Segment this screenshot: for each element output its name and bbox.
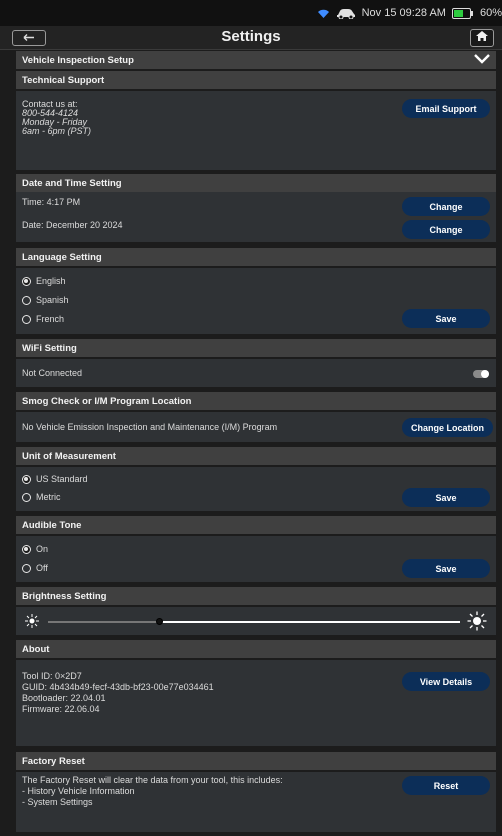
section-divider [16, 334, 496, 338]
section-divider [16, 387, 496, 391]
chevron-down-icon[interactable] [474, 53, 490, 68]
radio-french[interactable]: French [22, 314, 64, 324]
wifi-status: Not Connected [22, 368, 83, 378]
radio-label: Off [36, 563, 48, 573]
title-bar: Settings [0, 26, 502, 50]
factory-reset-title: Factory Reset [22, 756, 85, 767]
email-support-button[interactable]: Email Support [402, 99, 490, 118]
smog-program: No Vehicle Emission Inspection and Maint… [22, 422, 278, 432]
section-divider [16, 511, 496, 515]
brightness-slider-fill [159, 621, 460, 623]
guid: GUID: 4b434b49-fecf-43db-bf23-00e77e0344… [22, 682, 214, 692]
radio-metric[interactable]: Metric [22, 492, 61, 502]
radio-unselected-icon [22, 563, 31, 573]
factory-reset-item: - System Settings [22, 797, 93, 807]
page-title: Settings [221, 28, 281, 45]
brightness-slider-handle[interactable] [155, 618, 163, 625]
radio-unselected-icon [22, 314, 31, 324]
units-body: US Standard Metric Save [16, 467, 496, 511]
time-value: Time: 4:17 PM [22, 197, 81, 207]
wifi-body: Not Connected [16, 359, 496, 387]
language-title: Language Setting [22, 252, 102, 263]
section-divider [16, 635, 496, 639]
tone-header: Audible Tone [16, 516, 496, 534]
reset-button[interactable]: Reset [402, 776, 490, 795]
vehicle-inspection-header[interactable]: Vehicle Inspection Setup [16, 51, 496, 69]
save-language-button[interactable]: Save [402, 309, 490, 328]
about-title: About [22, 644, 50, 655]
radio-selected-icon [22, 474, 31, 484]
units-title: Unit of Measurement [22, 451, 116, 462]
factory-reset-header: Factory Reset [16, 752, 496, 770]
vehicle-inspection-title: Vehicle Inspection Setup [22, 55, 134, 66]
radio-label: Spanish [36, 295, 69, 305]
smog-title: Smog Check or I/M Program Location [22, 396, 192, 407]
radio-label: On [36, 544, 49, 554]
brightness-title: Brightness Setting [22, 591, 107, 602]
bootloader-version: Bootloader: 22.04.01 [22, 693, 106, 703]
section-divider [16, 442, 496, 446]
save-units-button[interactable]: Save [402, 488, 490, 507]
date-time-body: Time: 4:17 PM Date: December 20 2024 Cha… [16, 192, 496, 242]
home-button[interactable] [470, 29, 494, 47]
radio-selected-icon [22, 544, 31, 554]
about-body: Tool ID: 0×2D7 GUID: 4b434b49-fecf-43db-… [16, 660, 496, 746]
change-date-button[interactable]: Change [402, 220, 490, 239]
tone-body: On Off Save [16, 536, 496, 582]
date-time-header: Date and Time Setting [16, 174, 496, 192]
radio-unselected-icon [22, 295, 31, 305]
wifi-title: WiFi Setting [22, 343, 77, 354]
units-header: Unit of Measurement [16, 447, 496, 465]
support-hours: 6am - 6pm (PST) [22, 126, 92, 136]
home-icon [475, 29, 489, 47]
save-tone-button[interactable]: Save [402, 559, 490, 578]
section-divider [16, 582, 496, 586]
radio-label: French [36, 314, 65, 324]
technical-support-body: Contact us at: 800-544-4124 Monday - Fri… [16, 91, 496, 170]
radio-tone-off[interactable]: Off [22, 563, 48, 573]
change-location-button[interactable]: Change Location [402, 418, 493, 437]
status-bar: Nov 15 09:28 AM 60% [0, 0, 502, 26]
radio-english[interactable]: English [22, 276, 66, 286]
view-details-button[interactable]: View Details [402, 672, 490, 691]
car-icon [336, 8, 356, 19]
language-body: English Spanish French Save [16, 268, 496, 334]
date-value: Date: December 20 2024 [22, 220, 123, 230]
technical-support-title: Technical Support [22, 75, 105, 86]
brightness-body [16, 607, 496, 635]
date-time-title: Date and Time Setting [22, 178, 122, 189]
radio-spanish[interactable]: Spanish [22, 295, 69, 305]
section-divider [16, 242, 496, 246]
radio-tone-on[interactable]: On [22, 544, 48, 554]
tool-id: Tool ID: 0×2D7 [22, 671, 82, 681]
smog-body: No Vehicle Emission Inspection and Maint… [16, 412, 496, 442]
section-divider [16, 746, 496, 750]
sun-dim-icon [24, 613, 40, 634]
status-date-time: Nov 15 09:28 AM [361, 7, 446, 19]
firmware-version: Firmware: 22.06.04 [22, 704, 100, 714]
radio-unselected-icon [22, 492, 31, 502]
battery-icon [451, 7, 474, 19]
technical-support-header: Technical Support [16, 71, 496, 89]
radio-label: English [36, 276, 66, 286]
change-time-button[interactable]: Change [402, 197, 490, 216]
radio-us-standard[interactable]: US Standard [22, 474, 88, 484]
radio-label: US Standard [36, 474, 88, 484]
about-header: About [16, 640, 496, 658]
radio-selected-icon [22, 276, 31, 286]
brightness-header: Brightness Setting [16, 587, 496, 605]
tone-title: Audible Tone [22, 520, 82, 531]
wifi-header: WiFi Setting [16, 339, 496, 357]
wifi-icon [317, 8, 330, 19]
factory-reset-body: The Factory Reset will clear the data fr… [16, 772, 496, 832]
wifi-toggle[interactable] [473, 370, 489, 378]
factory-reset-item: - History Vehicle Information [22, 786, 135, 796]
language-header: Language Setting [16, 248, 496, 266]
battery-percent: 60% [479, 7, 502, 19]
sun-bright-icon [467, 611, 487, 636]
factory-reset-description: The Factory Reset will clear the data fr… [22, 775, 283, 785]
radio-label: Metric [36, 492, 61, 502]
smog-header: Smog Check or I/M Program Location [16, 392, 496, 410]
